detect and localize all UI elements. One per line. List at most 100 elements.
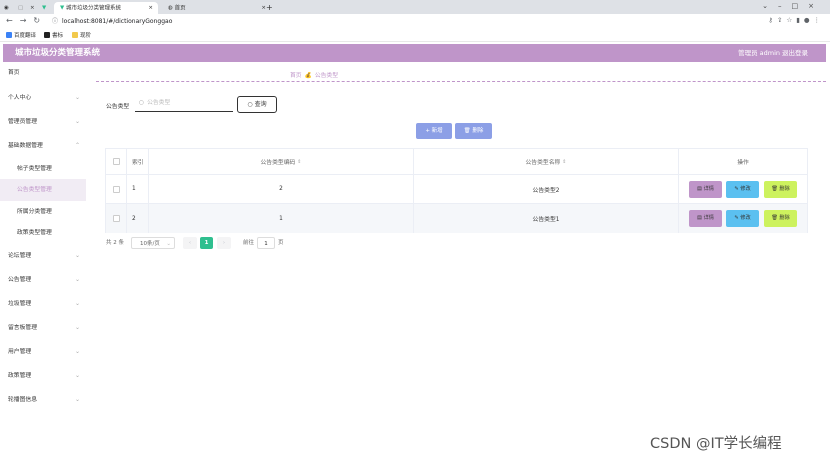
sidebar-item-notice[interactable]: 公告管理 ⌄ [0, 269, 86, 291]
row-checkbox[interactable] [112, 185, 120, 193]
header-index: 索引 [127, 149, 149, 174]
sidebar-item-messages[interactable]: 留言板管理 ⌄ [0, 317, 86, 339]
delete-label: 删除 [779, 186, 790, 192]
chevron-down-icon: ⌄ [74, 276, 80, 283]
logout-link[interactable]: 退出登录 [782, 44, 808, 62]
delete-button[interactable]: 🗑 删除 [764, 210, 797, 227]
sidebar-item-label: 帖子类型管理 [17, 166, 52, 172]
query-button[interactable]: ○ 查询 [237, 96, 277, 113]
bookmarks-bar: 百度翻译 書标 现阶 [0, 30, 830, 42]
sidebar-item-home[interactable]: 首页 [0, 62, 86, 84]
chevron-down-icon: ⌄ [74, 118, 80, 125]
tab-close-icon[interactable]: × [148, 2, 153, 14]
header-ops: 操作 [737, 160, 749, 166]
bookmark-item[interactable]: 書标 [44, 30, 63, 42]
chevron-down-icon: ⌄ [74, 348, 80, 355]
add-button-label: 新增 [431, 128, 443, 134]
sidebar-item-base-data[interactable]: 基础数据管理 ⌃ [0, 135, 86, 157]
page-size-value: 10条/页 [140, 241, 160, 247]
goto-input[interactable]: 1 [257, 237, 275, 249]
add-button[interactable]: + 新增 [416, 123, 452, 139]
info-icon: ⓘ [52, 18, 59, 25]
detail-button[interactable]: ▤ 详情 [689, 210, 722, 227]
browser-menu-icon[interactable]: ◉ [4, 2, 9, 14]
reload-icon[interactable]: ↻ [33, 16, 40, 25]
cell-index: 1 [127, 175, 149, 203]
sidebar-item-notice-type[interactable]: 公告类型管理 [0, 179, 86, 201]
watermark: CSDN @IT学长编程 [650, 436, 782, 452]
sidebar-item-post-type[interactable]: 帖子类型管理 [0, 158, 86, 180]
next-page-button[interactable]: › [217, 237, 231, 249]
chevron-down-icon: ⌄ [166, 241, 171, 247]
chevron-down-icon: ⌄ [74, 372, 80, 379]
prev-page-button[interactable]: ‹ [183, 237, 197, 249]
page-number-current[interactable]: 1 [200, 237, 213, 249]
sidebar-item-carousel[interactable]: 轮播图信息 ⌄ [0, 389, 86, 411]
chevron-down-icon: ⌄ [74, 94, 80, 101]
profile-icon[interactable]: ● [804, 16, 814, 24]
sort-icon[interactable]: ⇕ [297, 159, 301, 165]
translate-icon [6, 32, 12, 38]
tab-icon[interactable]: ▢ [18, 2, 23, 14]
sidebar-item-label: 政策类型管理 [17, 230, 52, 236]
back-icon[interactable]: ← [6, 16, 13, 25]
forward-icon[interactable]: → [20, 16, 27, 25]
vue-icon: ▼ [42, 5, 47, 11]
pagination-total: 共 2 条 [106, 240, 124, 246]
search-input[interactable]: ○ 公告类型 [135, 96, 233, 112]
detail-button[interactable]: ▤ 详情 [689, 181, 722, 198]
sidebar-item-users[interactable]: 用户管理 ⌄ [0, 341, 86, 363]
app-header: 城市垃圾分类管理系统 管理员 admin 退出登录 [3, 44, 826, 62]
url-field[interactable]: ⓘ localhost:8081/#/dictionaryGonggao [52, 16, 172, 28]
sidebar-item-label: 用户管理 [8, 349, 32, 355]
cell-code: 2 [149, 175, 414, 203]
search-icon: ○ [139, 100, 145, 106]
edit-label: 修改 [740, 186, 751, 192]
more-icon[interactable]: ⋮ [814, 16, 825, 24]
breadcrumb-home[interactable]: 首页 [290, 73, 302, 79]
sidebar-item-category[interactable]: 所属分类管理 [0, 201, 86, 223]
bookmark-item[interactable]: 现阶 [72, 30, 91, 42]
sidebar-item-label: 论坛管理 [8, 253, 32, 259]
bag-icon: 💰 [304, 73, 312, 79]
delete-button[interactable]: 🗑 删除 [764, 181, 797, 198]
tab-active[interactable]: ▼ 城市垃圾分类管理系统 × [54, 2, 158, 14]
sidebar-item-label: 所属分类管理 [17, 209, 52, 215]
sidebar-item-forum[interactable]: 论坛管理 ⌄ [0, 245, 86, 267]
window-controls[interactable]: ⌄–□× [762, 2, 824, 10]
sidebar-item-admins[interactable]: 管理员管理 ⌄ [0, 111, 86, 133]
search-placeholder: 公告类型 [147, 100, 171, 106]
tab-inactive[interactable]: ◍ 首页 × [162, 2, 266, 14]
share-icon[interactable]: ⇪ [777, 16, 786, 24]
sidebar: 首页 个人中心 ⌄ 管理员管理 ⌄ 基础数据管理 ⌃ 帖子类型管理 公告类型管理 所属… [0, 62, 86, 465]
sort-icon[interactable]: ⇕ [562, 159, 566, 165]
batch-delete-button[interactable]: 🗑 删除 [455, 123, 492, 139]
header-code[interactable]: 公告类型编码 ⇕ [149, 149, 414, 174]
edit-button[interactable]: ✎ 修改 [726, 181, 759, 198]
row-checkbox[interactable] [112, 215, 120, 222]
select-all-checkbox[interactable] [112, 158, 120, 165]
sidebar-item-garbage[interactable]: 垃圾管理 ⌄ [0, 293, 86, 315]
header-name[interactable]: 公告类型名称 ⇕ [414, 149, 679, 174]
key-icon[interactable]: ⚷ [768, 16, 777, 24]
chevron-left-icon: ‹ [188, 240, 192, 246]
sidebar-item-profile[interactable]: 个人中心 ⌄ [0, 87, 86, 109]
app-title: 城市垃圾分类管理系统 [15, 48, 101, 58]
bookmark-item[interactable]: 百度翻译 [6, 30, 36, 42]
vue-tab-icon: ▼ [60, 5, 65, 11]
new-tab-button[interactable]: + [266, 2, 273, 14]
star-icon[interactable]: ☆ [786, 16, 796, 24]
sidebar-item-label: 留言板管理 [8, 325, 37, 331]
tab-close-icon[interactable]: × [30, 2, 35, 14]
header-code-label: 公告类型编码 [260, 160, 296, 166]
chevron-down-icon: ⌄ [74, 300, 80, 307]
sidebar-item-policy[interactable]: 政策管理 ⌄ [0, 365, 86, 387]
edit-button[interactable]: ✎ 修改 [726, 210, 759, 227]
page-size-select[interactable]: 10条/页 ⌄ [131, 237, 175, 249]
chevron-down-icon: ⌄ [74, 252, 80, 259]
sidebar-item-policy-type[interactable]: 政策类型管理 [0, 222, 86, 244]
table-header: 索引 公告类型编码 ⇕ 公告类型名称 ⇕ 操作 [106, 149, 807, 174]
sidebar-item-label: 公告管理 [8, 277, 32, 283]
row-select-cell [106, 204, 127, 233]
sidepanel-icon[interactable]: ▮ [796, 16, 804, 24]
